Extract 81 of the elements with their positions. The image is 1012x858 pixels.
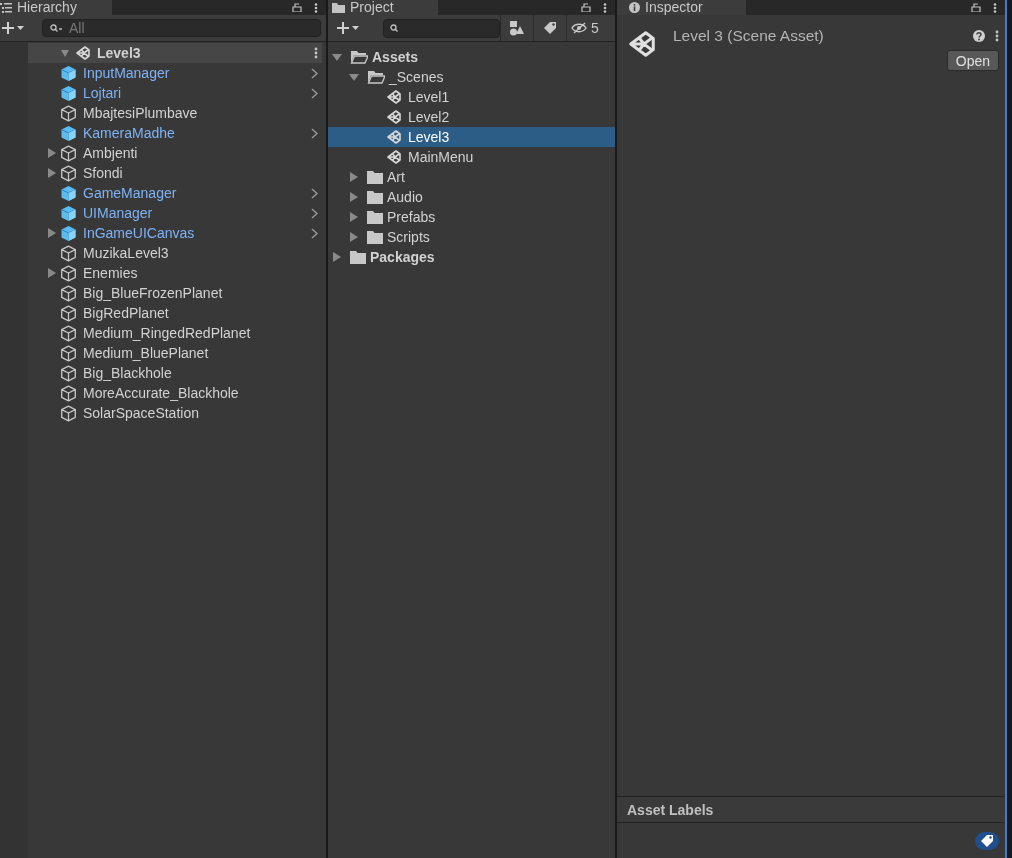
unity-scene-icon (386, 109, 402, 125)
kebab-menu-icon[interactable] (995, 30, 999, 42)
list-icon (0, 2, 12, 13)
project-item[interactable]: Packages (328, 247, 615, 267)
project-item[interactable]: Audio (328, 187, 615, 207)
lock-icon[interactable] (971, 3, 981, 12)
folder-icon (367, 170, 383, 184)
tag-icon (980, 833, 994, 848)
help-icon[interactable] (973, 30, 985, 42)
project-item[interactable]: Level2 (328, 107, 615, 127)
hierarchy-item[interactable]: Sfondi (83, 165, 123, 181)
section-heading: Asset Labels (627, 801, 714, 818)
search-field[interactable]: All (42, 19, 321, 37)
project-item[interactable]: Prefabs (328, 207, 615, 227)
hierarchy-item[interactable]: Big_Blackhole (83, 365, 172, 381)
hierarchy-item[interactable]: Enemies (83, 265, 138, 281)
hidden-count: 5 (591, 20, 599, 36)
unity-scene-icon (386, 89, 402, 105)
hierarchy-item[interactable]: Medium_RingedRedPlanet (83, 325, 251, 341)
chevron-right-icon[interactable] (311, 227, 318, 239)
hierarchy-tab[interactable]: Hierarchy (0, 0, 112, 15)
hierarchy-item[interactable]: Big_BlueFrozenPlanet (83, 285, 223, 301)
kebab-menu-icon[interactable] (314, 47, 318, 59)
folder-icon (367, 190, 383, 204)
hierarchy-item[interactable]: Lojtari (83, 85, 122, 101)
search-icon (390, 23, 399, 33)
expand-arrow-icon[interactable] (48, 228, 56, 238)
hierarchy-item[interactable]: MbajtesiPlumbave (83, 105, 198, 121)
asset-title: Level 3 (Scene Asset) (673, 27, 824, 45)
open-folder-icon (350, 50, 368, 64)
tag-icon (543, 21, 557, 35)
hierarchy-item[interactable]: Ambjenti (83, 145, 138, 161)
inspector-tab[interactable]: Inspector (617, 0, 746, 15)
lock-icon[interactable] (581, 3, 591, 12)
hierarchy-item[interactable]: InputManager (83, 65, 170, 81)
hierarchy-item[interactable]: Medium_BluePlanet (83, 345, 209, 361)
folder-icon (350, 250, 366, 264)
project-tab[interactable]: Project (328, 0, 438, 15)
hierarchy-item[interactable]: MuzikaLevel3 (83, 245, 169, 261)
chevron-right-icon[interactable] (311, 127, 318, 139)
expand-arrow-icon[interactable] (48, 268, 56, 278)
folder-icon (367, 210, 383, 224)
lock-icon[interactable] (292, 3, 302, 12)
hierarchy-item[interactable]: UIManager (83, 205, 153, 221)
unity-scene-icon (386, 129, 402, 145)
hidden-packages-button[interactable]: 5 (566, 15, 603, 41)
hierarchy-item[interactable]: InGameUICanvas (83, 225, 195, 241)
chevron-right-icon[interactable] (311, 87, 318, 99)
unity-scene-icon (386, 149, 402, 165)
kebab-menu-icon[interactable] (603, 2, 607, 13)
kebab-menu-icon[interactable] (314, 2, 318, 13)
hierarchy-item[interactable]: SolarSpaceStation (83, 405, 199, 421)
project-item[interactable]: MainMenu (328, 147, 615, 167)
project-item[interactable]: _Scenes (328, 67, 615, 87)
hierarchy-item[interactable]: GameManager (83, 185, 177, 201)
project-item[interactable]: Scripts (328, 227, 615, 247)
hierarchy-item[interactable]: BigRedPlanet (83, 305, 169, 321)
open-folder-icon (367, 70, 385, 84)
chevron-right-icon[interactable] (311, 207, 318, 219)
folder-icon (332, 2, 345, 13)
project-item[interactable]: Assets (328, 47, 615, 67)
folder-icon (367, 230, 383, 244)
add-label-button[interactable] (975, 831, 999, 850)
scene-name[interactable]: Level3 (97, 45, 141, 61)
project-item[interactable]: Level3 (328, 127, 615, 147)
search-icon (50, 24, 64, 33)
chevron-right-icon[interactable] (311, 67, 318, 79)
info-icon (629, 2, 640, 13)
kebab-menu-icon[interactable] (993, 2, 997, 13)
search-field[interactable] (383, 18, 500, 38)
unity-scene-icon (627, 29, 657, 59)
chevron-right-icon[interactable] (311, 187, 318, 199)
project-item[interactable]: Level1 (328, 87, 615, 107)
expand-arrow-icon[interactable] (60, 48, 70, 58)
open-button[interactable]: Open (946, 50, 999, 71)
shapes-icon (509, 20, 525, 36)
hierarchy-item[interactable]: MoreAccurate_Blackhole (83, 385, 239, 401)
unity-scene-icon (75, 45, 91, 61)
project-item[interactable]: Art (328, 167, 615, 187)
plus-caret-icon (337, 21, 359, 35)
hierarchy-item[interactable]: KameraMadhe (83, 125, 175, 141)
